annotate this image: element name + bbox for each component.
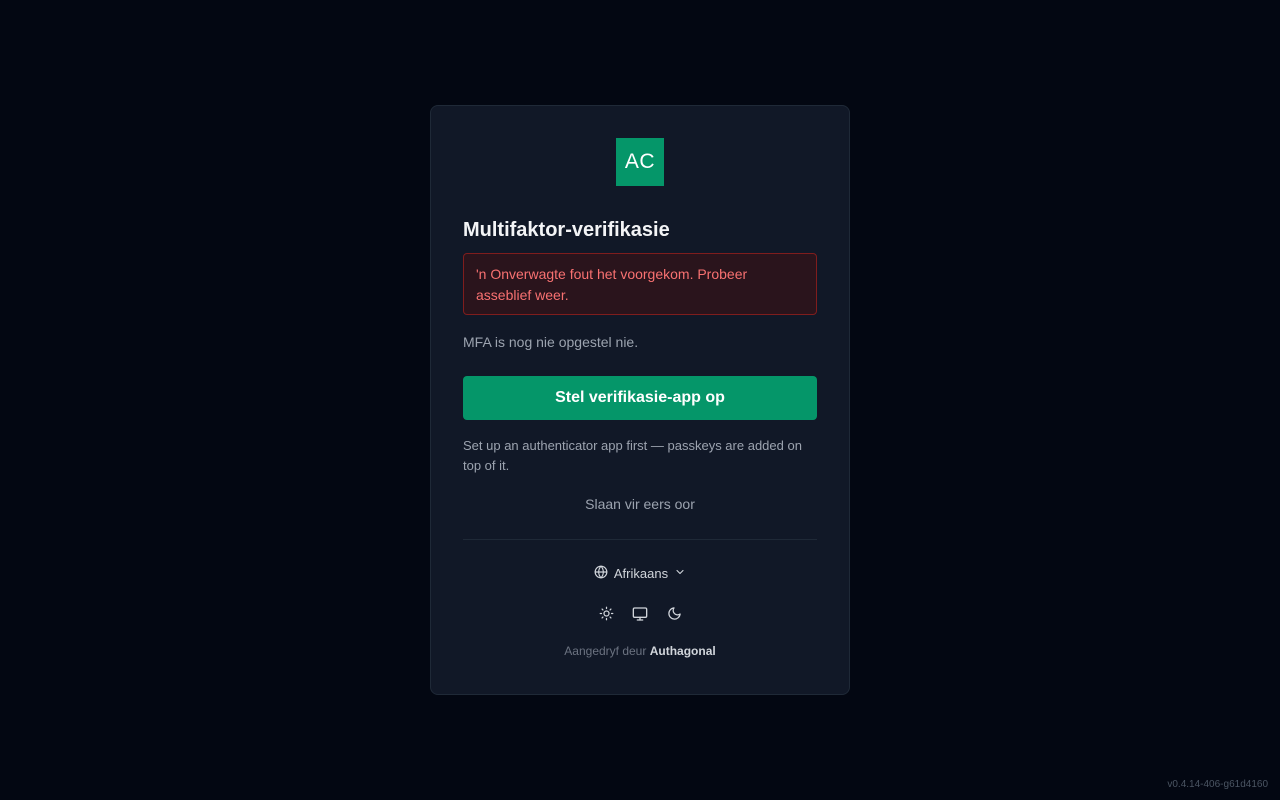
- page-title: Multifaktor-verifikasie: [463, 219, 670, 241]
- app-logo: AC: [616, 138, 664, 186]
- theme-dark-button[interactable]: [664, 606, 684, 626]
- powered-prefix: Aangedryf deur: [564, 644, 647, 658]
- mfa-status-text: MFA is nog nie opgestel nie.: [463, 334, 639, 350]
- skip-link[interactable]: Slaan vir eers oor: [463, 494, 817, 514]
- error-message: 'n Onverwagte fout het voorgekom. Probee…: [476, 266, 748, 303]
- passkey-hint: Set up an authenticator app first — pass…: [463, 438, 802, 473]
- moon-icon: [667, 606, 682, 626]
- chevron-down-icon: [674, 566, 686, 581]
- theme-light-button[interactable]: [596, 606, 616, 626]
- theme-switcher: [463, 606, 817, 626]
- setup-authenticator-button[interactable]: Stel verifikasie-app op: [463, 376, 817, 420]
- globe-icon: [594, 565, 608, 582]
- powered-by: Aangedryf deur Authagonal: [463, 644, 817, 658]
- brand-link[interactable]: Authagonal: [650, 644, 716, 658]
- mfa-card: AC Multifaktor-verifikasie 'n Onverwagte…: [430, 105, 850, 695]
- language-selector[interactable]: Afrikaans: [594, 565, 686, 582]
- version-label: v0.4.14-406-g61d4160: [1167, 779, 1268, 790]
- language-label: Afrikaans: [613, 566, 669, 581]
- sun-icon: [599, 606, 614, 626]
- theme-system-button[interactable]: [630, 606, 650, 626]
- monitor-icon: [632, 606, 648, 627]
- error-alert: 'n Onverwagte fout het voorgekom. Probee…: [463, 253, 817, 315]
- logo-text: AC: [624, 150, 656, 173]
- divider: [463, 539, 817, 540]
